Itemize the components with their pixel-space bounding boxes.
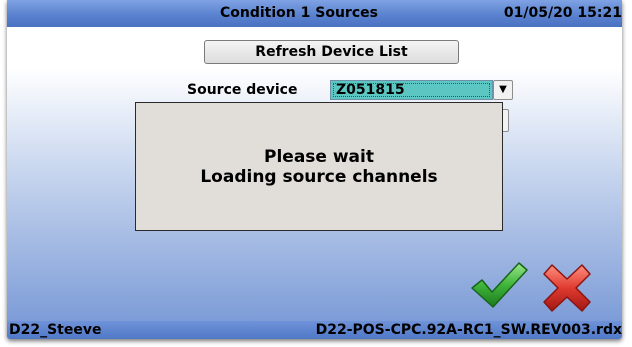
red-x-icon[interactable] bbox=[540, 262, 594, 314]
dialog-message-body: Loading source channels bbox=[200, 167, 438, 187]
status-filename: D22-POS-CPC.92A-RC1_SW.REV003.rdx bbox=[315, 322, 622, 338]
dialog-message-title: Please wait bbox=[264, 147, 374, 167]
refresh-device-list-button[interactable]: Refresh Device List bbox=[204, 40, 459, 64]
title-bar: Condition 1 Sources 01/05/20 15:21 bbox=[7, 0, 622, 27]
green-checkmark-icon[interactable] bbox=[469, 260, 529, 310]
source-device-value[interactable]: Z051815 bbox=[330, 80, 493, 100]
main-content: Refresh Device List Source device Z05181… bbox=[7, 27, 622, 321]
loading-dialog: Please wait Loading source channels bbox=[135, 102, 503, 231]
app-window: Condition 1 Sources 01/05/20 15:21 Refre… bbox=[7, 0, 622, 339]
source-device-select[interactable]: Z051815 ▼ bbox=[330, 80, 513, 100]
source-device-label: Source device bbox=[187, 82, 298, 98]
chevron-down-icon[interactable]: ▼ bbox=[493, 80, 513, 100]
page-title: Condition 1 Sources bbox=[220, 5, 378, 21]
status-user: D22_Steeve bbox=[9, 322, 102, 338]
status-bar: D22_Steeve D22-POS-CPC.92A-RC1_SW.REV003… bbox=[7, 321, 622, 339]
date-time: 01/05/20 15:21 bbox=[503, 5, 622, 21]
